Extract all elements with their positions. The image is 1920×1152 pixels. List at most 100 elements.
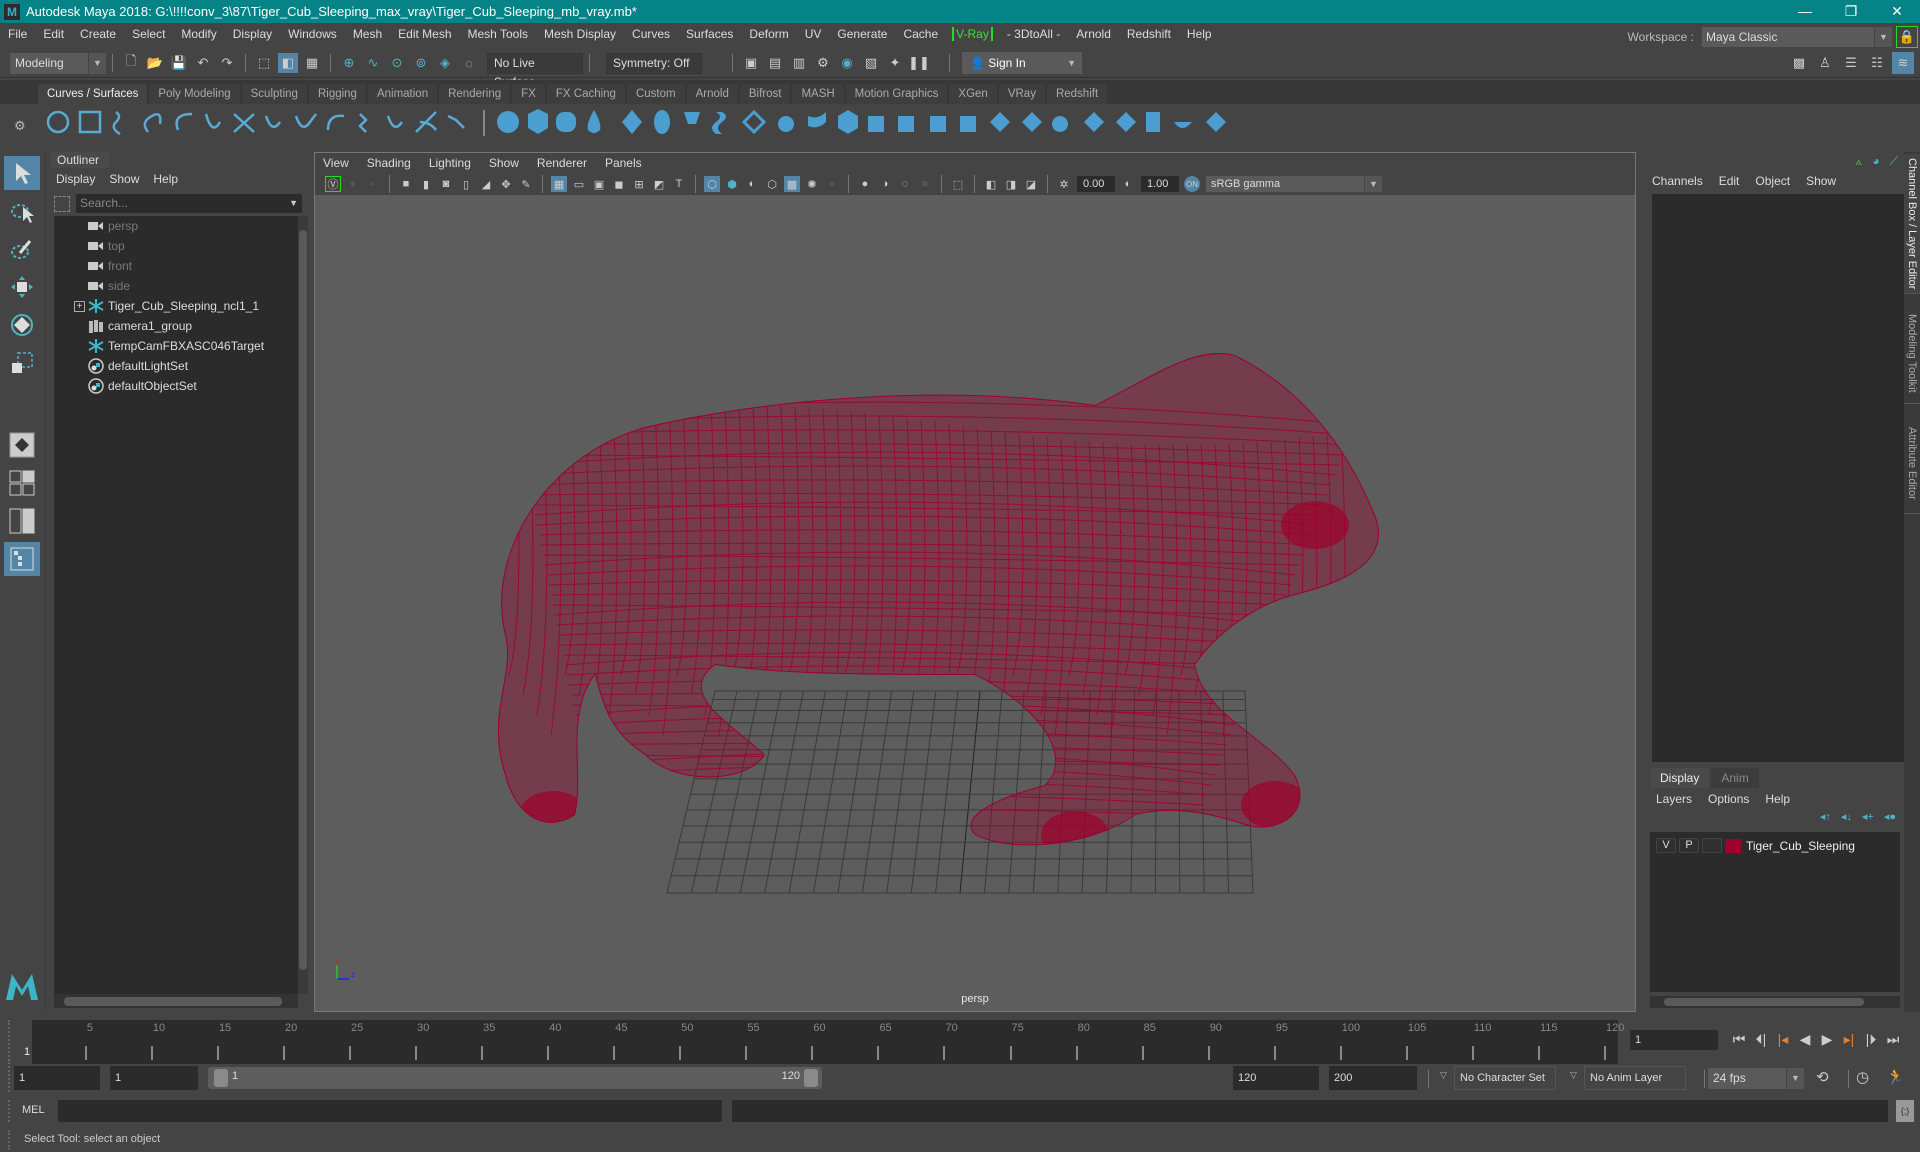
menu-file[interactable]: File [0, 27, 35, 41]
menu-redshift[interactable]: Redshift [1119, 27, 1179, 41]
outliner-vertical-scrollbar[interactable] [298, 216, 308, 994]
layer-name[interactable]: Tiger_Cub_Sleeping [1746, 839, 1855, 853]
shelf-tab-curves-surfaces[interactable]: Curves / Surfaces [38, 84, 148, 104]
snap-surface-icon[interactable]: ◈ [435, 53, 455, 73]
exposure-icon[interactable]: ✲ [1056, 176, 1072, 192]
tool-settings-icon[interactable]: ☷ [1866, 52, 1888, 74]
vray-toggle-icon[interactable]: Ⓥ [325, 176, 341, 192]
drag-handle[interactable] [8, 1100, 12, 1122]
drag-handle[interactable] [8, 1066, 12, 1092]
outliner-menu-display[interactable]: Display [56, 172, 95, 186]
outliner-horizontal-scrollbar[interactable] [54, 994, 298, 1008]
tab-modeling-toolkit[interactable]: Modeling Toolkit [1904, 304, 1920, 404]
go-to-start-icon[interactable]: ⏮ [1728, 1028, 1750, 1050]
light-editor-icon[interactable]: ✦ [885, 53, 905, 73]
isolate-select-icon[interactable]: ⬚ [950, 176, 966, 192]
grid-icon[interactable]: ▦ [551, 176, 567, 192]
menu-mesh-tools[interactable]: Mesh Tools [460, 27, 536, 41]
time-slider[interactable]: 1 5 10 15 20 25 30 35 40 45 50 55 60 65 70 75 80 85 90 95 1… [22, 1020, 1624, 1064]
scene-start-field[interactable]: 1 [14, 1066, 100, 1090]
outliner-item[interactable]: TempCamFBXASC046Target [54, 336, 298, 356]
single-perspective-view-icon[interactable] [4, 428, 40, 462]
tab-channel-box-layer-editor[interactable]: Channel Box / Layer Editor [1904, 154, 1920, 294]
menu-select[interactable]: Select [124, 27, 173, 41]
render-setup-icon[interactable]: ▧ [861, 53, 881, 73]
viewport-menu-lighting[interactable]: Lighting [429, 156, 471, 170]
menu-display[interactable]: Display [225, 27, 280, 41]
fps-dropdown[interactable]: 24 fps ▼ [1708, 1068, 1804, 1089]
scrollbar-thumb[interactable] [299, 230, 307, 970]
outliner-layout-icon[interactable] [4, 542, 40, 576]
select-by-hierarchy-icon[interactable]: ⬚ [254, 53, 274, 73]
menu-edit-mesh[interactable]: Edit Mesh [390, 27, 459, 41]
manipulator-icon[interactable]: ⟑ [1855, 154, 1862, 169]
two-d-pan-zoom-icon[interactable]: ✥ [498, 176, 514, 192]
select-by-component-icon[interactable]: ▦ [302, 53, 322, 73]
two-view-layout-icon[interactable] [4, 504, 40, 538]
new-layer-from-selected-icon[interactable]: ◂● [1884, 810, 1896, 823]
redo-icon[interactable]: ↷ [217, 53, 237, 73]
outliner-item[interactable]: defaultObjectSet [54, 376, 298, 396]
paint-select-tool-icon[interactable] [4, 232, 40, 266]
minimize-button[interactable]: — [1782, 0, 1828, 23]
drag-handle[interactable] [8, 1020, 12, 1064]
gate-mask-icon[interactable]: ◼ [611, 176, 627, 192]
shelf-tab-arnold[interactable]: Arnold [686, 84, 738, 104]
render-frame-icon[interactable]: ▤ [765, 53, 785, 73]
select-tool-icon[interactable] [4, 156, 40, 190]
viewport-menu-show[interactable]: Show [489, 156, 519, 170]
camera-attributes-icon[interactable]: ◙ [438, 176, 454, 192]
rotate-tool-icon[interactable] [4, 308, 40, 342]
menu-set-dropdown[interactable]: Modeling ▼ [10, 52, 106, 74]
live-surface-icon[interactable]: ◌ [459, 53, 479, 73]
safe-action-icon[interactable]: ◩ [651, 176, 667, 192]
grease-pencil-icon[interactable]: ✎ [518, 176, 534, 192]
snap-view-plane-icon[interactable]: ⊚ [411, 53, 431, 73]
wireframe-icon[interactable]: ⬡ [704, 176, 720, 192]
layer-visibility-toggle[interactable]: V [1656, 838, 1676, 853]
shelf-tab-mash[interactable]: MASH [792, 84, 844, 104]
viewport-menu-shading[interactable]: Shading [367, 156, 411, 170]
field-chart-icon[interactable]: ⊞ [631, 176, 647, 192]
channel-box-menu-channels[interactable]: Channels [1652, 174, 1703, 188]
outliner-item[interactable]: persp [54, 216, 298, 236]
wireframe-on-shaded-icon[interactable]: ⬡ [764, 176, 780, 192]
layer-display-type-toggle[interactable] [1702, 838, 1722, 853]
drag-handle[interactable] [8, 1130, 12, 1150]
color-management-toggle-icon[interactable]: ON [1184, 176, 1200, 192]
viewport-menu-view[interactable]: View [323, 156, 349, 170]
menu-generate[interactable]: Generate [829, 27, 895, 41]
outliner-item[interactable]: front [54, 256, 298, 276]
scrollbar-thumb[interactable] [1664, 998, 1864, 1006]
lock-icon[interactable]: 🔒 [1896, 26, 1918, 48]
outliner-item[interactable]: defaultLightSet [54, 356, 298, 376]
shelf-tab-rigging[interactable]: Rigging [308, 84, 366, 104]
vray-settings-icon[interactable]: ● [345, 176, 361, 192]
layer-menu-layers[interactable]: Layers [1656, 792, 1692, 806]
snap-grid-icon[interactable]: ⊕ [339, 53, 359, 73]
layer-playback-toggle[interactable]: P [1679, 838, 1699, 853]
scene-end-field[interactable]: 200 [1329, 1066, 1417, 1090]
command-input[interactable] [58, 1100, 722, 1122]
sign-in-button[interactable]: 👤 Sign In ▼ [962, 52, 1082, 74]
bookmark-icon[interactable]: ▯ [458, 176, 474, 192]
range-end-handle[interactable] [804, 1069, 818, 1087]
shadows-icon[interactable]: ● [824, 176, 840, 192]
tab-anim[interactable]: Anim [1711, 768, 1759, 788]
channel-box-menu-object[interactable]: Object [1755, 174, 1790, 188]
attribute-editor-icon[interactable]: ☰ [1840, 52, 1862, 74]
safe-title-icon[interactable]: T [671, 176, 687, 192]
shelf-tab-bifrost[interactable]: Bifrost [739, 84, 791, 104]
step-forward-key-icon[interactable]: |⏵ [1860, 1028, 1882, 1050]
exposure-field[interactable]: 0.00 [1077, 176, 1115, 192]
color-space-dropdown[interactable]: sRGB gamma ▼ [1206, 176, 1382, 192]
range-start-handle[interactable] [214, 1069, 228, 1087]
xray-joints-icon[interactable]: ◧ [983, 176, 999, 192]
outliner-item[interactable]: top [54, 236, 298, 256]
menu-uv[interactable]: UV [797, 27, 830, 41]
new-layer-icon[interactable]: ◂+ [1862, 810, 1874, 823]
playback-end-field[interactable]: 120 [1233, 1066, 1319, 1090]
channel-box-menu-edit[interactable]: Edit [1719, 174, 1740, 188]
pause-icon[interactable]: ❚❚ [908, 53, 930, 73]
film-gate-icon[interactable]: ▭ [571, 176, 587, 192]
